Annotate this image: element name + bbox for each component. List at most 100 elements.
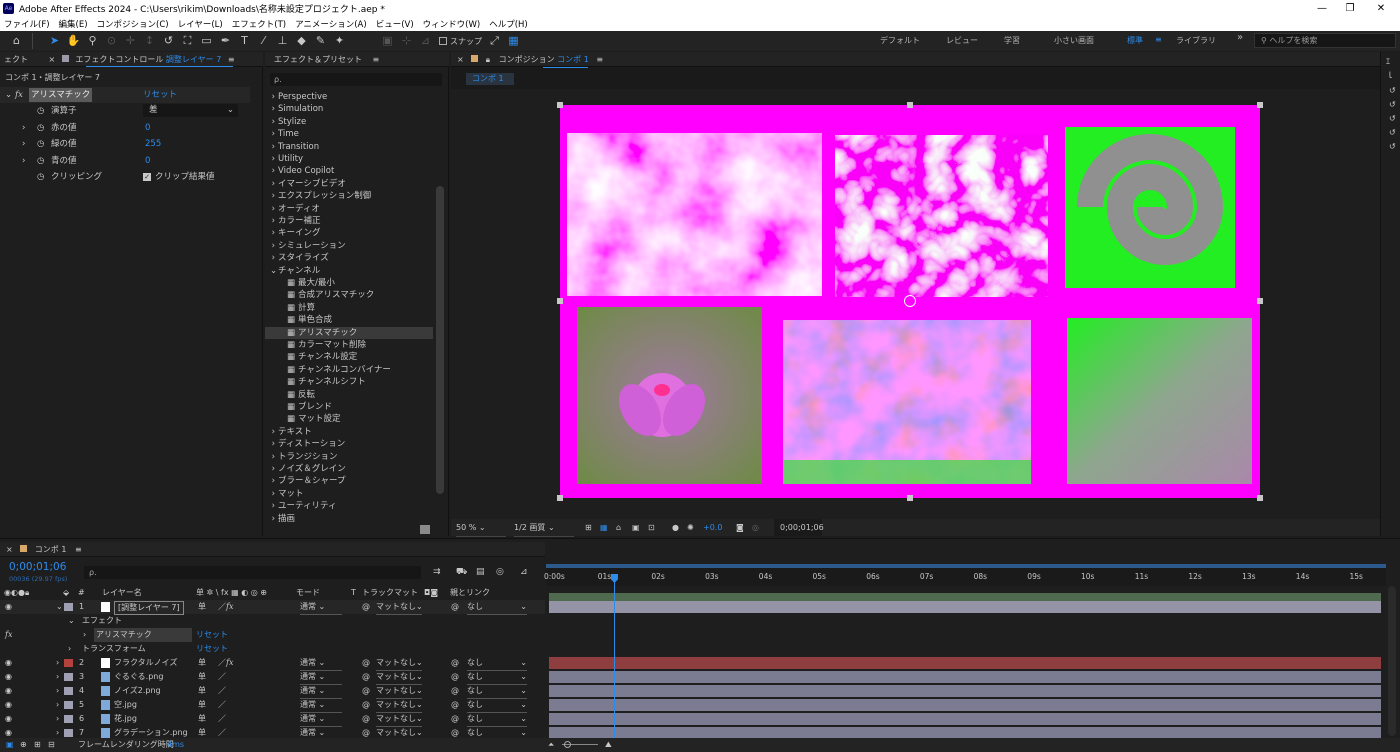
menu-edit[interactable]: 編集(E): [59, 18, 88, 30]
handle-ml[interactable]: [557, 298, 563, 304]
effects-category[interactable]: › ユーティリティ: [270, 500, 436, 512]
anchor-tool-icon[interactable]: ⛶: [179, 33, 196, 49]
effects-search-input[interactable]: ρ.: [270, 73, 442, 86]
effects-scrollbar[interactable]: [436, 186, 444, 494]
effects-item[interactable]: ▦ チャンネル設定: [270, 351, 436, 363]
snap-options-icon[interactable]: ⤢: [486, 33, 503, 49]
layer-name[interactable]: フラクタルノイズ: [114, 656, 177, 670]
mask-icon[interactable]: ⌂: [616, 519, 621, 536]
effects-category[interactable]: › テキスト: [270, 426, 436, 438]
handle-bc[interactable]: [907, 495, 913, 501]
mode-dropdown[interactable]: 通常 ⌄: [300, 698, 342, 713]
trackmatte-dropdown[interactable]: マットなし⌄: [376, 670, 423, 685]
label-color-swatch[interactable]: [64, 687, 73, 695]
close-icon[interactable]: ×: [457, 55, 464, 64]
effects-category[interactable]: › ノイズ＆グレイン: [270, 463, 436, 475]
effects-category[interactable]: › スタイライズ: [270, 252, 436, 264]
parent-dropdown[interactable]: なし ⌄: [467, 600, 527, 615]
frame-blend-icon[interactable]: ▤: [476, 567, 485, 577]
stopwatch-icon[interactable]: ◷: [37, 169, 44, 185]
exposure-value[interactable]: +0.0: [703, 519, 722, 536]
safe-margins-icon[interactable]: ▣: [632, 519, 640, 536]
panel-menu-icon[interactable]: ≡: [596, 55, 603, 64]
minimize-icon[interactable]: —: [1307, 0, 1337, 17]
effects-category[interactable]: › ディストーション: [270, 438, 436, 450]
show-snapshot-icon[interactable]: ◎: [752, 519, 759, 536]
axis-local-icon[interactable]: ▣: [379, 33, 396, 49]
effects-category[interactable]: › Utility: [270, 153, 436, 165]
transparency-grid-icon[interactable]: ▦: [600, 519, 608, 536]
panel-menu-icon[interactable]: ≡: [373, 55, 380, 64]
shy-switch-icon[interactable]: 单: [198, 712, 206, 726]
zoom-out-icon[interactable]: ⏶: [548, 738, 554, 752]
menu-effect[interactable]: エフェクト(T): [232, 18, 286, 30]
type-tool-icon[interactable]: T: [236, 33, 253, 49]
effects-category[interactable]: › Stylize: [270, 116, 436, 128]
expand-arrow-icon[interactable]: ›: [22, 136, 25, 152]
effects-group-row[interactable]: ⌄ エフェクト: [0, 614, 545, 628]
stopwatch-icon[interactable]: ◷: [37, 136, 44, 152]
effects-category[interactable]: › Perspective: [270, 91, 436, 103]
parent-pickwhip-icon[interactable]: @: [451, 698, 459, 712]
axis-world-icon[interactable]: ⊹: [398, 33, 415, 49]
expand-arrow-icon[interactable]: ›: [56, 656, 59, 670]
effects-category-channel[interactable]: ⌄チャンネル: [270, 265, 436, 277]
resolution-dropdown[interactable]: 1/2 画質 ⌄: [514, 519, 574, 537]
eye-icon[interactable]: ◉: [5, 684, 12, 698]
shy-switch-icon[interactable]: 单: [198, 670, 206, 684]
expand-arrow-icon[interactable]: ⌄: [68, 614, 75, 628]
handle-tr[interactable]: [1257, 102, 1263, 108]
grid-icon[interactable]: ⊡: [648, 519, 655, 536]
shy-switch-icon[interactable]: 单: [198, 600, 206, 614]
anchor-point-icon[interactable]: [904, 295, 916, 307]
brush-tool-icon[interactable]: ⁄: [255, 33, 272, 49]
timeline-scrollbar[interactable]: [1388, 586, 1396, 736]
quality-switch-icon[interactable]: ／: [218, 684, 226, 698]
zoom-slider-knob[interactable]: [564, 741, 571, 748]
trackmatte-dropdown[interactable]: マットなし⌄: [376, 684, 423, 699]
menu-help[interactable]: ヘルプ(H): [489, 18, 528, 30]
channel-icon[interactable]: ●: [672, 519, 679, 536]
timeline-timecode[interactable]: 0;00;01;06: [9, 561, 66, 573]
layer-name[interactable]: ぐるぐる.png: [114, 670, 163, 684]
effects-item[interactable]: ▦ マット設定: [270, 413, 436, 425]
motion-blur-icon[interactable]: ◎: [496, 567, 504, 577]
fx-icon[interactable]: fx: [5, 628, 12, 642]
eye-icon[interactable]: ◉: [5, 698, 12, 712]
layer-name[interactable]: ノイズ2.png: [114, 684, 161, 698]
quality-switch-icon[interactable]: ／fx: [218, 600, 233, 614]
column-layer-name[interactable]: レイヤー名: [102, 586, 142, 600]
graph-editor-icon[interactable]: ⊿: [520, 567, 528, 577]
shy-icon[interactable]: ⛟: [456, 567, 467, 578]
handle-tc[interactable]: [907, 102, 913, 108]
close-icon[interactable]: ×: [49, 55, 56, 64]
handle-bl[interactable]: [557, 495, 563, 501]
workspace-default[interactable]: デフォルト: [880, 35, 920, 46]
expand-arrow-icon[interactable]: ›: [83, 628, 86, 642]
label-color-swatch[interactable]: [64, 715, 73, 723]
dolly-tool-icon[interactable]: ↕: [141, 33, 158, 49]
menu-window[interactable]: ウィンドウ(W): [423, 18, 481, 30]
layer-duration-bar[interactable]: [549, 699, 1381, 711]
side-tool-4-icon[interactable]: ↺: [1389, 128, 1396, 137]
menu-layer[interactable]: レイヤー(L): [178, 18, 223, 30]
layer-row[interactable]: ◉ › 3 ぐるぐる.png 单 ／ 通常 ⌄ @ マットなし⌄ @ なし ⌄: [0, 670, 545, 685]
label-color-swatch[interactable]: [64, 701, 73, 709]
effects-item[interactable]: ▦ ブレンド: [270, 401, 436, 413]
comp-subtab[interactable]: コンポ 1: [466, 73, 514, 85]
pan-tool-icon[interactable]: ✛: [122, 33, 139, 49]
handle-br[interactable]: [1257, 495, 1263, 501]
zoom-tool-icon[interactable]: ⚲: [84, 33, 101, 49]
eye-icon[interactable]: ◉: [5, 656, 12, 670]
effects-category[interactable]: › トランジション: [270, 451, 436, 463]
exposure-icon[interactable]: ✺: [687, 519, 694, 536]
tab-effect-controls-layer[interactable]: 調整レイヤー 7: [166, 55, 221, 64]
expand-switches-icon[interactable]: ⊕: [20, 738, 27, 752]
transform-reset[interactable]: リセット: [196, 642, 228, 656]
workspace-learn[interactable]: 学習: [1004, 35, 1020, 46]
effects-item[interactable]: ▦ アリスマチック: [265, 327, 433, 339]
effects-item[interactable]: ▦ カラーマット削除: [270, 339, 436, 351]
workspace-review[interactable]: レビュー: [946, 35, 978, 46]
expand-arrow-icon[interactable]: ›: [68, 642, 71, 656]
pickwhip-icon[interactable]: @: [362, 600, 370, 614]
